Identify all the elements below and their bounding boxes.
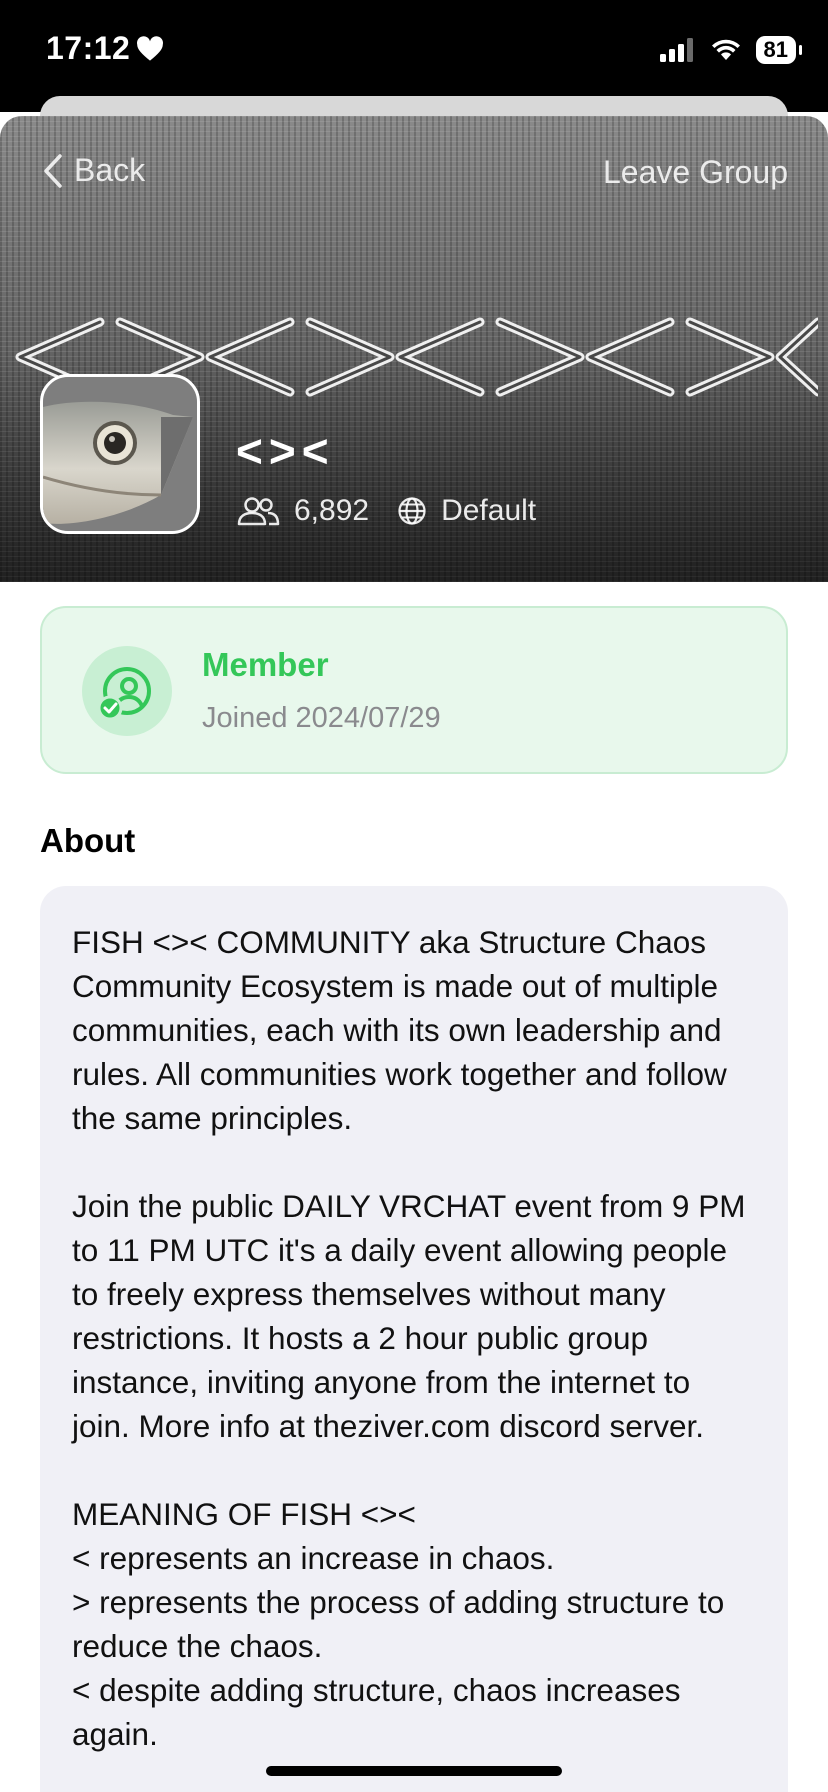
member-count: 6,892: [294, 494, 370, 527]
leave-group-button[interactable]: Leave Group: [603, 154, 788, 191]
membership-joined-date: Joined 2024/07/29: [202, 702, 441, 734]
status-time: 17:12: [46, 30, 164, 67]
group-name: <><: [236, 425, 335, 477]
globe-icon: [398, 497, 426, 525]
about-heading: About: [40, 822, 136, 859]
home-indicator[interactable]: [266, 1766, 562, 1776]
people-icon: [237, 497, 280, 526]
heart-icon: [137, 35, 164, 61]
battery-indicator: 81: [755, 36, 803, 64]
member-status-badge: [82, 646, 172, 736]
signal-icon: [659, 38, 693, 62]
group-avatar[interactable]: [40, 374, 200, 534]
back-button[interactable]: Back: [42, 152, 145, 189]
back-button-label: Back: [74, 152, 146, 188]
group-banner: Back Leave Group <>< 6,892 Default: [0, 116, 828, 582]
fish-avatar-image: [43, 377, 197, 531]
membership-role: Member: [202, 646, 329, 683]
status-indicators: 81: [659, 36, 803, 64]
about-card: FISH <>< COMMUNITY aka Structure Chaos C…: [40, 886, 788, 1792]
wifi-icon: [711, 39, 740, 60]
about-description: FISH <>< COMMUNITY aka Structure Chaos C…: [72, 924, 746, 1752]
status-time-label: 17:12: [46, 30, 131, 66]
membership-card: Member Joined 2024/07/29: [40, 606, 788, 774]
group-language: Default: [441, 494, 537, 527]
group-meta: 6,892 Default: [236, 494, 536, 528]
member-check-icon: [97, 667, 151, 721]
chevron-left-icon: [44, 153, 62, 188]
